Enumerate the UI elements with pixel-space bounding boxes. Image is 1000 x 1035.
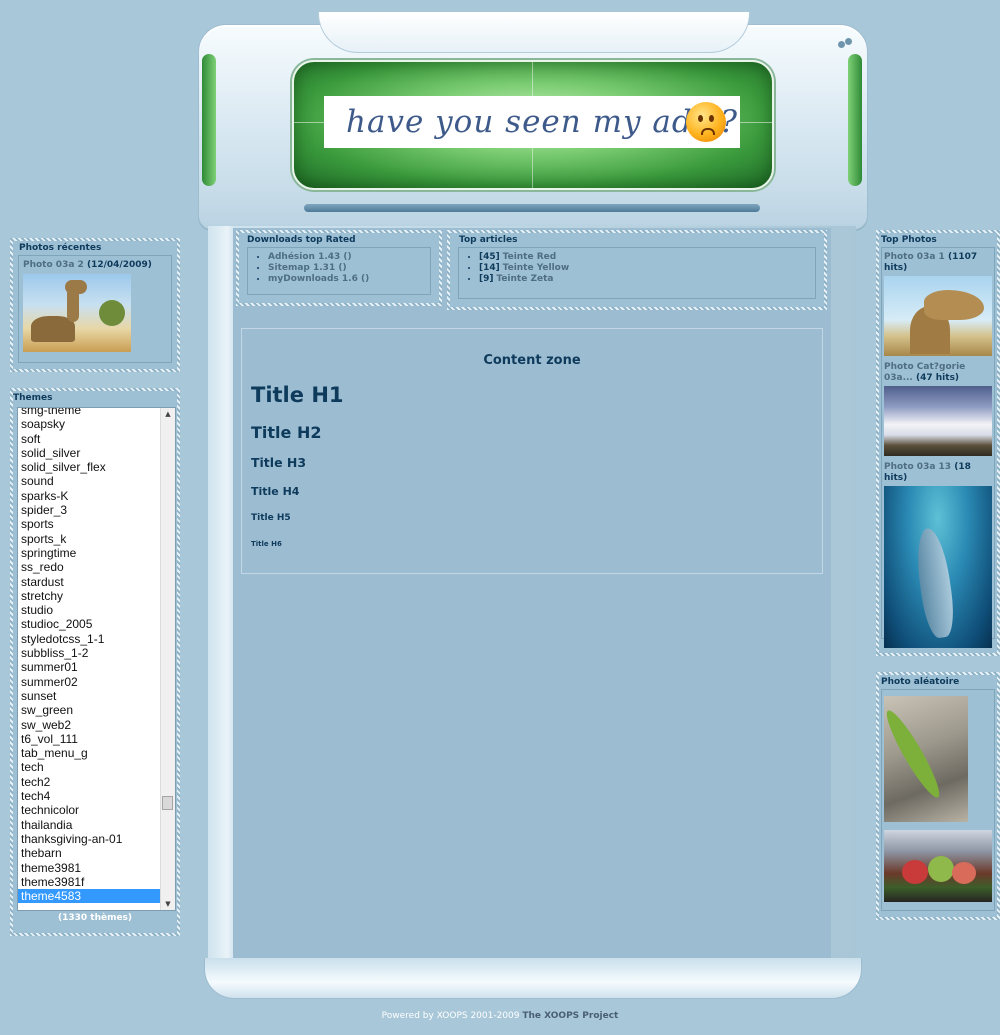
theme-option[interactable]: sports_k [18,532,164,546]
recent-photo-date: (12/04/2009) [86,260,152,270]
footer-shell [204,958,862,999]
camel-photo-thumbnail[interactable] [884,276,992,356]
recent-photo-link[interactable]: Photo 03a 2 [23,260,84,270]
theme-option[interactable]: subbliss_1-2 [18,646,164,660]
recent-photos-title: Photos récentes [19,243,102,253]
theme-option[interactable]: theme4583 [18,889,164,904]
top-photo-link[interactable]: Photo 03a 13 [884,462,951,472]
theme-option[interactable]: springtime [18,546,164,560]
footer-project-link[interactable]: The XOOPS Project [522,1011,618,1021]
list-item[interactable]: Adhésion 1.43 () [268,252,430,263]
header-bar [304,204,760,212]
smiley-face-icon [686,102,726,142]
fruit-photo-thumbnail[interactable] [884,830,992,902]
theme-option[interactable]: theme3981f [18,875,164,889]
scrollbar-thumb[interactable] [162,796,173,810]
ad-banner[interactable]: have you seen my ads ? [324,96,740,148]
top-photo-entry: Photo Cat?gorie 03a... (47 hits) [884,362,992,384]
header-left-wing [202,54,216,186]
top-articles-block: Top articles [45] Teinte Red [14] Teinte… [447,230,827,310]
theme-option[interactable]: tech4 [18,789,164,803]
theme-option[interactable]: sound [18,474,164,488]
header-screen: have you seen my ads ? [292,60,774,190]
top-photo-entry: Photo 03a 1 (1107 hits) [884,252,992,274]
list-item[interactable]: [14] Teinte Yellow [479,263,815,274]
theme-option[interactable]: tech2 [18,775,164,789]
theme-option[interactable]: summer02 [18,675,164,689]
top-photo-entry: Photo 03a 13 (18 hits) [884,462,992,484]
random-photo-block: Photo aléatoire [876,672,1000,920]
themes-title: Themes [13,393,53,403]
theme-option[interactable]: t6_vol_111 [18,732,164,746]
recent-photo-thumbnail[interactable] [23,274,131,352]
footer: Powered by XOOPS 2001-2009 The XOOPS Pro… [0,1011,1000,1021]
theme-option[interactable]: sparks-K [18,489,164,503]
theme-option[interactable]: styledotcss_1-1 [18,632,164,646]
footer-powered-by: Powered by XOOPS 2001-2009 [381,1011,520,1021]
heading-h6: Title H6 [251,540,282,548]
list-item[interactable]: [45] Teinte Red [479,252,815,263]
theme-option[interactable]: smg-theme [18,408,164,417]
dolphin-photo-thumbnail[interactable] [884,486,992,648]
theme-count: (1330 thèmes) [57,913,133,923]
heading-h1: Title H1 [251,383,344,407]
theme-option[interactable]: sunset [18,689,164,703]
downloads-top-rated-block: Downloads top Rated Adhésion 1.43 () Sit… [236,230,442,306]
downloads-title: Downloads top Rated [247,235,356,245]
theme-option[interactable]: thanksgiving-an-01 [18,832,164,846]
theme-option[interactable]: spider_3 [18,503,164,517]
theme-option[interactable]: solid_silver_flex [18,460,164,474]
heading-h5: Title H5 [251,513,291,523]
list-item[interactable]: myDownloads 1.6 () [268,274,430,285]
theme-option[interactable]: theme3981 [18,861,164,875]
theme-select-list[interactable]: smg-theme soapsky soft solid_silver solid_si… [17,407,176,911]
header-top-cap [318,12,750,53]
heading-h4: Title H4 [251,485,300,498]
theme-option[interactable]: studio [18,603,164,617]
theme-options: smg-theme soapsky soft solid_silver solid_si… [18,408,164,904]
scroll-down-arrow-icon[interactable]: ▼ [161,898,175,910]
theme-option[interactable]: studioc_2005 [18,617,164,631]
theme-option[interactable]: soapsky [18,417,164,431]
themes-block: Themes smg-theme soapsky soft solid_silver s… [10,388,180,936]
content-zone: Content zone Title H1 Title H2 Title H3 … [241,328,823,574]
site-header: have you seen my ads ? [198,12,868,230]
theme-option[interactable]: tab_menu_g [18,746,164,760]
theme-option[interactable]: thebarn [18,846,164,860]
top-photos-title: Top Photos [881,235,937,245]
theme-option[interactable]: sw_green [18,703,164,717]
header-dots-icon [838,38,854,48]
theme-option[interactable]: tech [18,760,164,774]
theme-option[interactable]: ss_redo [18,560,164,574]
heading-h2: Title H2 [251,423,322,442]
snow-photo-thumbnail[interactable] [884,386,992,456]
theme-option[interactable]: sports [18,517,164,531]
theme-option[interactable]: soft [18,432,164,446]
top-photos-block: Top Photos Photo 03a 1 (1107 hits) Photo… [876,230,1000,656]
content-zone-title: Content zone [483,353,581,368]
theme-option[interactable]: summer01 [18,660,164,674]
theme-option[interactable]: technicolor [18,803,164,817]
random-photo-title: Photo aléatoire [881,677,960,687]
ad-banner-text: have you seen my ads ? [346,104,739,140]
theme-option[interactable]: stretchy [18,589,164,603]
theme-option[interactable]: solid_silver [18,446,164,460]
recent-photos-block: Photos récentes Photo 03a 2 (12/04/2009) [10,238,180,372]
scroll-up-arrow-icon[interactable]: ▲ [161,408,175,420]
list-item[interactable]: Sitemap 1.31 () [268,263,430,274]
theme-option[interactable]: sw_web2 [18,718,164,732]
theme-list-scrollbar[interactable]: ▲ ▼ [160,408,175,910]
heading-h3: Title H3 [251,455,307,470]
list-item[interactable]: [9] Teinte Zeta [479,274,815,285]
header-right-wing [848,54,862,186]
top-photo-hits: (47 hits) [916,373,960,383]
top-photo-link[interactable]: Photo 03a 1 [884,252,945,262]
theme-option[interactable]: stardust [18,575,164,589]
top-articles-title: Top articles [459,235,518,245]
lizard-photo-thumbnail[interactable] [880,696,968,822]
theme-option[interactable]: thailandia [18,818,164,832]
